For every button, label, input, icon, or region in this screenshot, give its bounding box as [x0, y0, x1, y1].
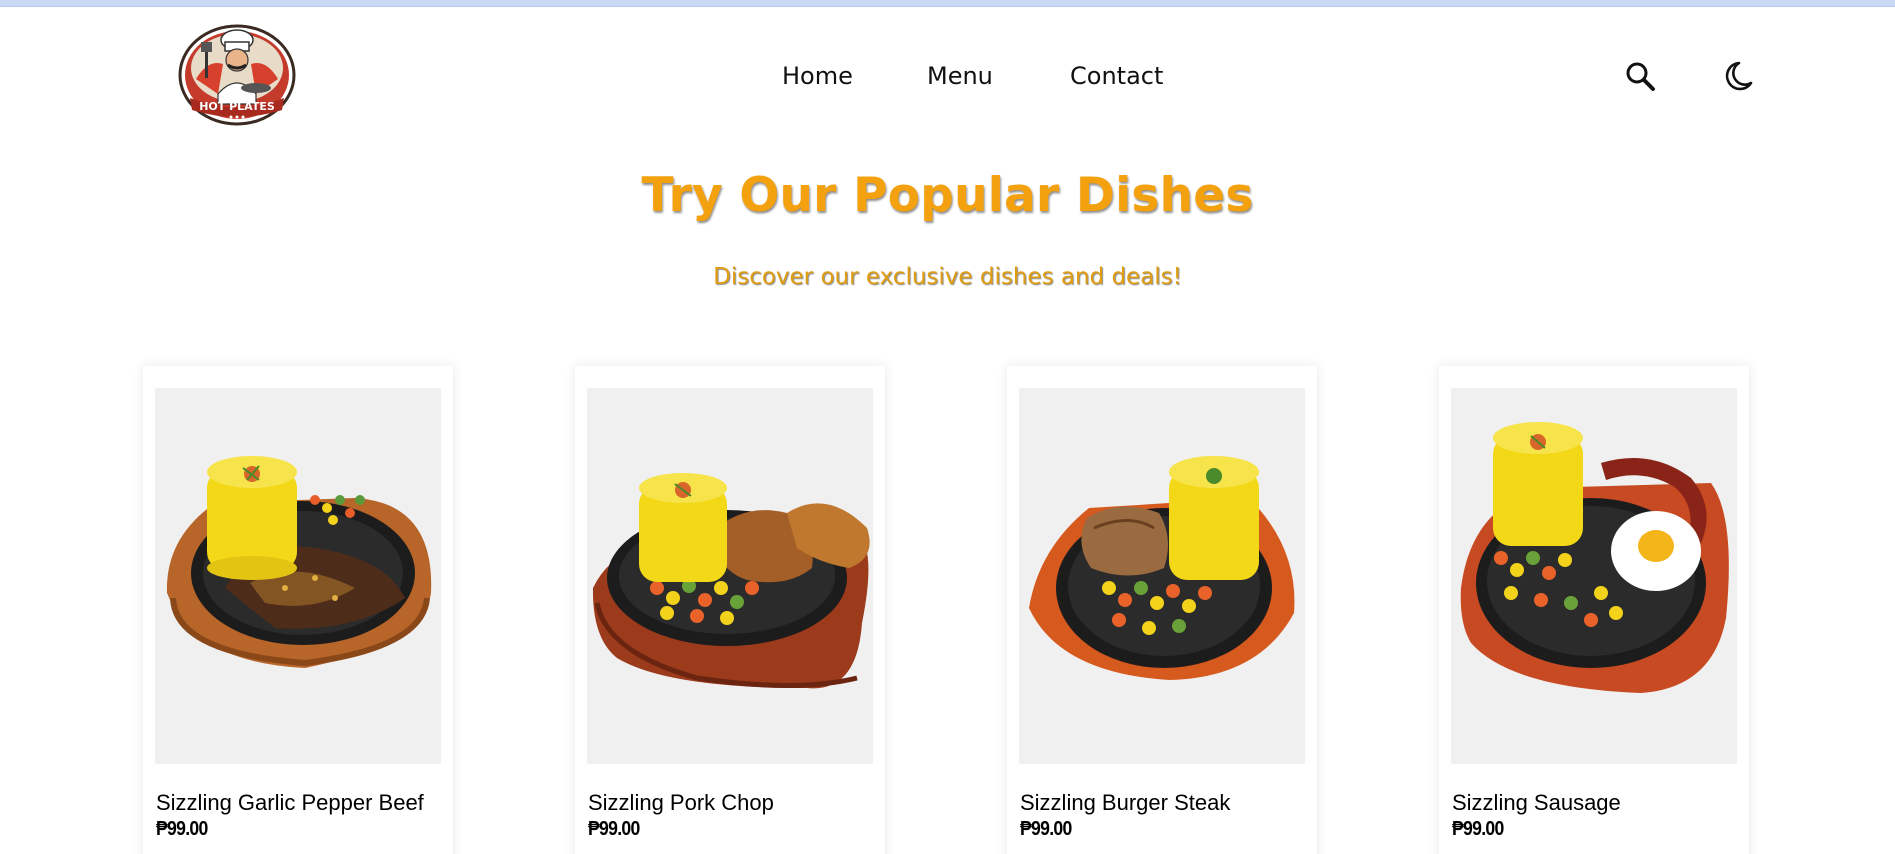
dish-image: [155, 388, 441, 764]
dish-card[interactable]: Sizzling Pork Chop ₱99.00: [575, 366, 885, 854]
dish-image: [1019, 388, 1305, 764]
section-title: Try Our Popular Dishes: [641, 168, 1254, 223]
nav-contact-link[interactable]: Contact: [1070, 62, 1163, 90]
nav-home-link[interactable]: Home: [782, 62, 853, 90]
dish-name: Sizzling Pork Chop: [588, 790, 774, 815]
moon-icon[interactable]: [1717, 57, 1757, 97]
dish-image: [587, 388, 873, 764]
svg-text:HOT PLATES: HOT PLATES: [199, 100, 275, 113]
dish-name: Sizzling Garlic Pepper Beef: [156, 790, 424, 815]
dish-image: [1451, 388, 1737, 764]
dish-card[interactable]: Sizzling Garlic Pepper Beef ₱99.00: [143, 366, 453, 854]
dish-name: Sizzling Burger Steak: [1020, 790, 1231, 815]
browser-top-strip: [0, 0, 1895, 7]
main-nav: Home Menu Contact: [0, 62, 1895, 98]
search-icon[interactable]: [1621, 57, 1661, 97]
dish-name: Sizzling Sausage: [1452, 790, 1621, 815]
dish-price: ₱99.00: [1020, 818, 1072, 840]
dish-card[interactable]: Sizzling Sausage ₱99.00: [1439, 366, 1749, 854]
dish-price: ₱99.00: [156, 818, 208, 840]
dish-card[interactable]: Sizzling Burger Steak ₱99.00: [1007, 366, 1317, 854]
dish-price: ₱99.00: [1452, 818, 1504, 840]
logo-text: HOT PLATES: [199, 100, 275, 113]
section-subtitle: Discover our exclusive dishes and deals!: [713, 264, 1182, 290]
dish-price: ₱99.00: [588, 818, 640, 840]
nav-menu-link[interactable]: Menu: [927, 62, 993, 90]
